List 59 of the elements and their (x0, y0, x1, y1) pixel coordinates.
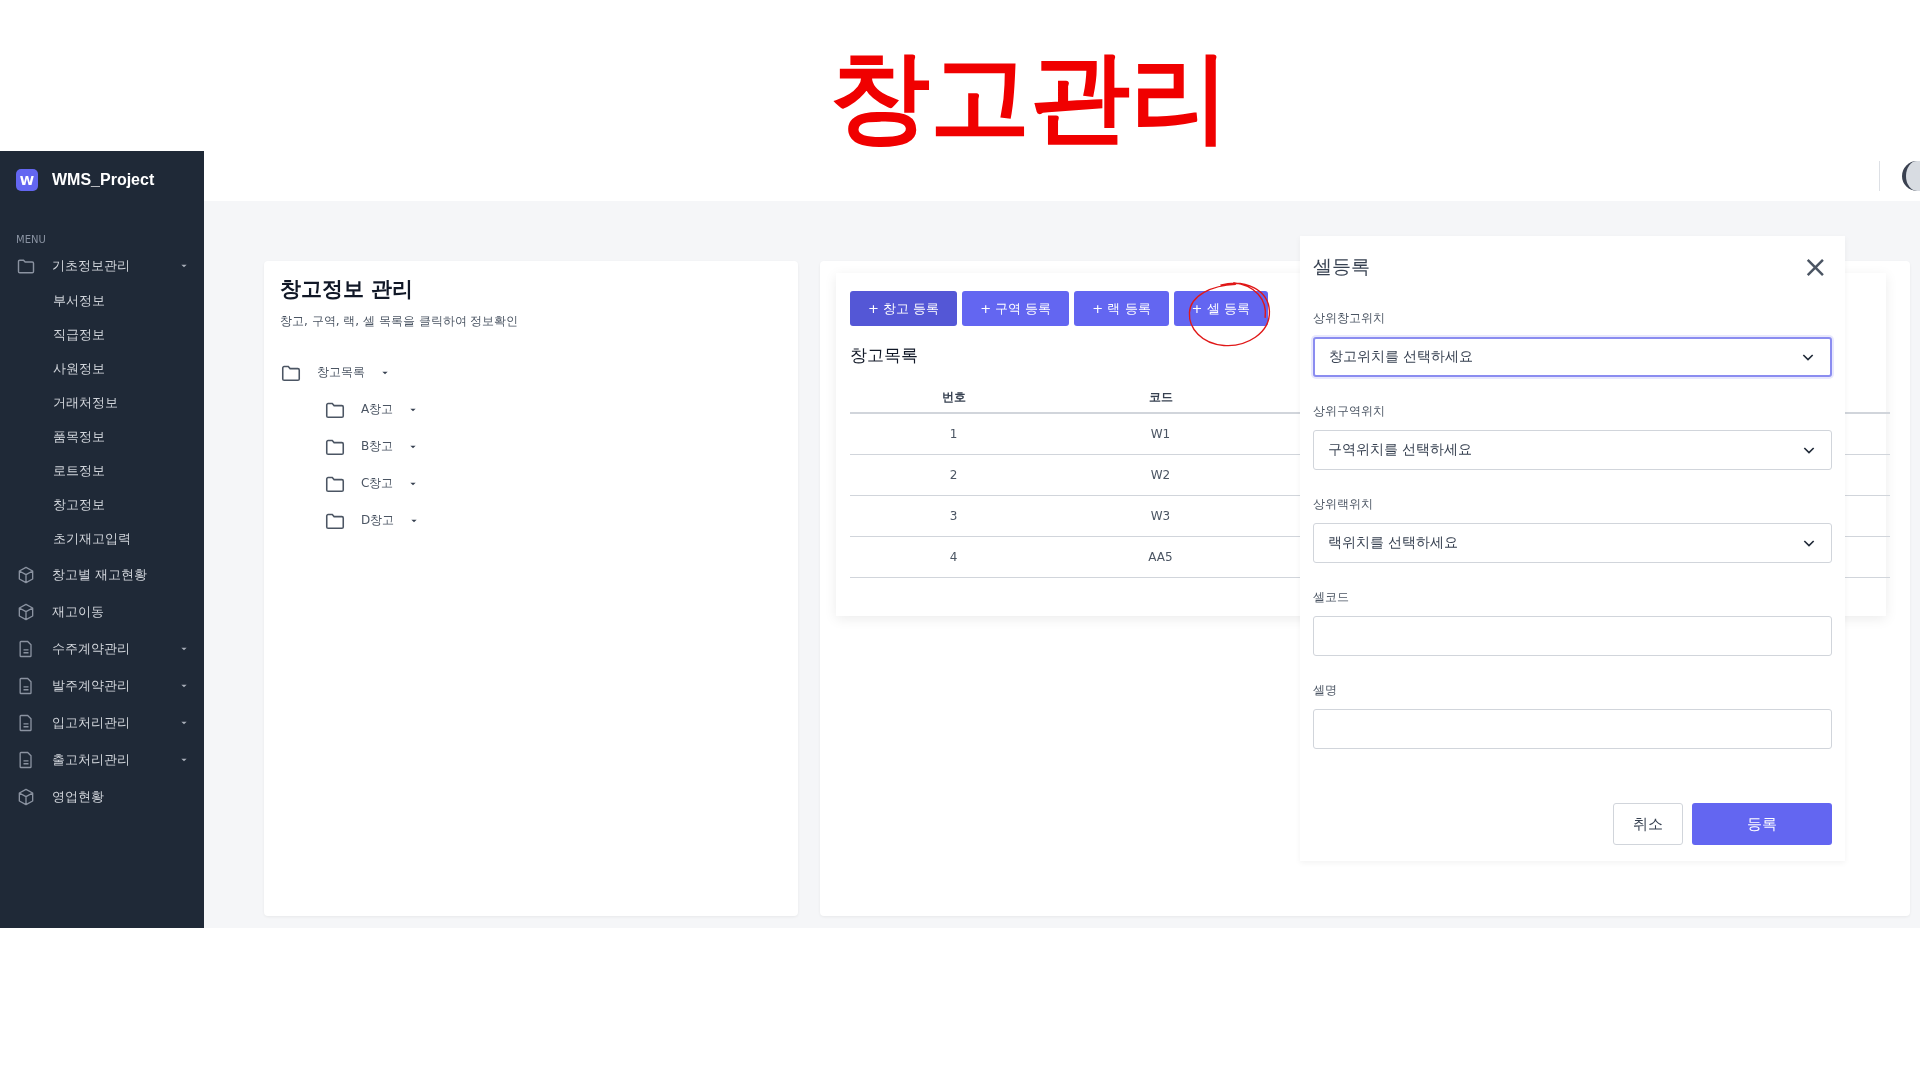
cube-icon (16, 564, 36, 585)
tree-node[interactable]: D창고 (280, 502, 782, 539)
field-label: 셀명 (1313, 681, 1338, 699)
select-field[interactable]: 창고위치를 선택하세요 (1313, 337, 1832, 378)
table-cell: W2 (1057, 454, 1264, 495)
menu-item[interactable]: 수주계약관리 (0, 630, 204, 667)
menu-item[interactable]: 기초정보관리 (0, 247, 204, 284)
submenu-item[interactable]: 거래처정보 (0, 386, 204, 420)
field-label: 셀코드 (1313, 588, 1350, 606)
submenu-item[interactable]: 창고정보 (0, 488, 204, 522)
table-cell: AA5 (1057, 536, 1264, 577)
cancel-button[interactable]: 취소 (1613, 803, 1683, 845)
panel-title: 창고정보 관리 (280, 276, 415, 303)
register-button[interactable]: + 구역 등록 (962, 291, 1070, 326)
table-cell: 2 (850, 454, 1057, 495)
select-field[interactable]: 랙위치를 선택하세요 (1313, 523, 1832, 563)
submit-button[interactable]: 등록 (1692, 803, 1832, 845)
register-button[interactable]: + 셀 등록 (1173, 291, 1268, 326)
submenu-item[interactable]: 직급정보 (0, 318, 204, 352)
list-title: 창고목록 (850, 344, 918, 367)
menu-item[interactable]: 재고이동 (0, 593, 204, 630)
dialog-title: 셀등록 (1313, 254, 1370, 279)
slide-title: 창고관리 (830, 37, 1230, 157)
register-button[interactable]: + 창고 등록 (850, 291, 958, 326)
table-cell: 4 (850, 536, 1057, 577)
submenu-item[interactable]: 초기재고입력 (0, 522, 204, 556)
submenu-item[interactable]: 부서정보 (0, 284, 204, 318)
field-label: 상위창고위치 (1313, 310, 1386, 327)
panel-subtitle: 창고, 구역, 랙, 셀 목록을 클릭하여 정보확인 (280, 313, 520, 330)
field-label: 상위랙위치 (1313, 496, 1374, 513)
submenu-item[interactable]: 품목정보 (0, 420, 204, 454)
table-cell: W3 (1057, 495, 1264, 536)
cube-icon (16, 601, 36, 622)
menu-item[interactable]: 출고처리관리 (0, 741, 204, 778)
menu-item[interactable]: 창고별 재고현황 (0, 556, 204, 593)
close-button[interactable]: × (1798, 252, 1832, 282)
menu-item[interactable]: 입고처리관리 (0, 704, 204, 741)
menu-label: MENU (15, 233, 47, 247)
tree-node[interactable]: A창고 (280, 391, 782, 428)
tree-node[interactable]: B창고 (280, 428, 782, 465)
register-button[interactable]: + 랙 등록 (1074, 291, 1169, 326)
tree-node[interactable]: C창고 (280, 465, 782, 502)
tree-node[interactable]: 창고목록 (280, 354, 782, 391)
column-header: 번호 (850, 383, 1057, 413)
menu-item[interactable]: 발주계약관리 (0, 667, 204, 704)
select-field[interactable]: 구역위치를 선택하세요 (1313, 430, 1832, 470)
input-field[interactable] (1313, 708, 1832, 749)
app-logo: W (16, 169, 38, 191)
app-name: WMS_Project (52, 171, 155, 189)
submenu-item[interactable]: 로트정보 (0, 454, 204, 488)
input-field[interactable] (1313, 615, 1832, 656)
menu-item[interactable]: 영업현황 (0, 778, 204, 815)
table-cell: 3 (850, 495, 1057, 536)
column-header: 코드 (1057, 383, 1264, 413)
submenu-item[interactable]: 사원정보 (0, 352, 204, 386)
cube-icon (16, 786, 36, 807)
table-cell: 1 (850, 413, 1057, 454)
table-cell: W1 (1057, 413, 1264, 454)
field-label: 상위구역위치 (1313, 403, 1386, 421)
